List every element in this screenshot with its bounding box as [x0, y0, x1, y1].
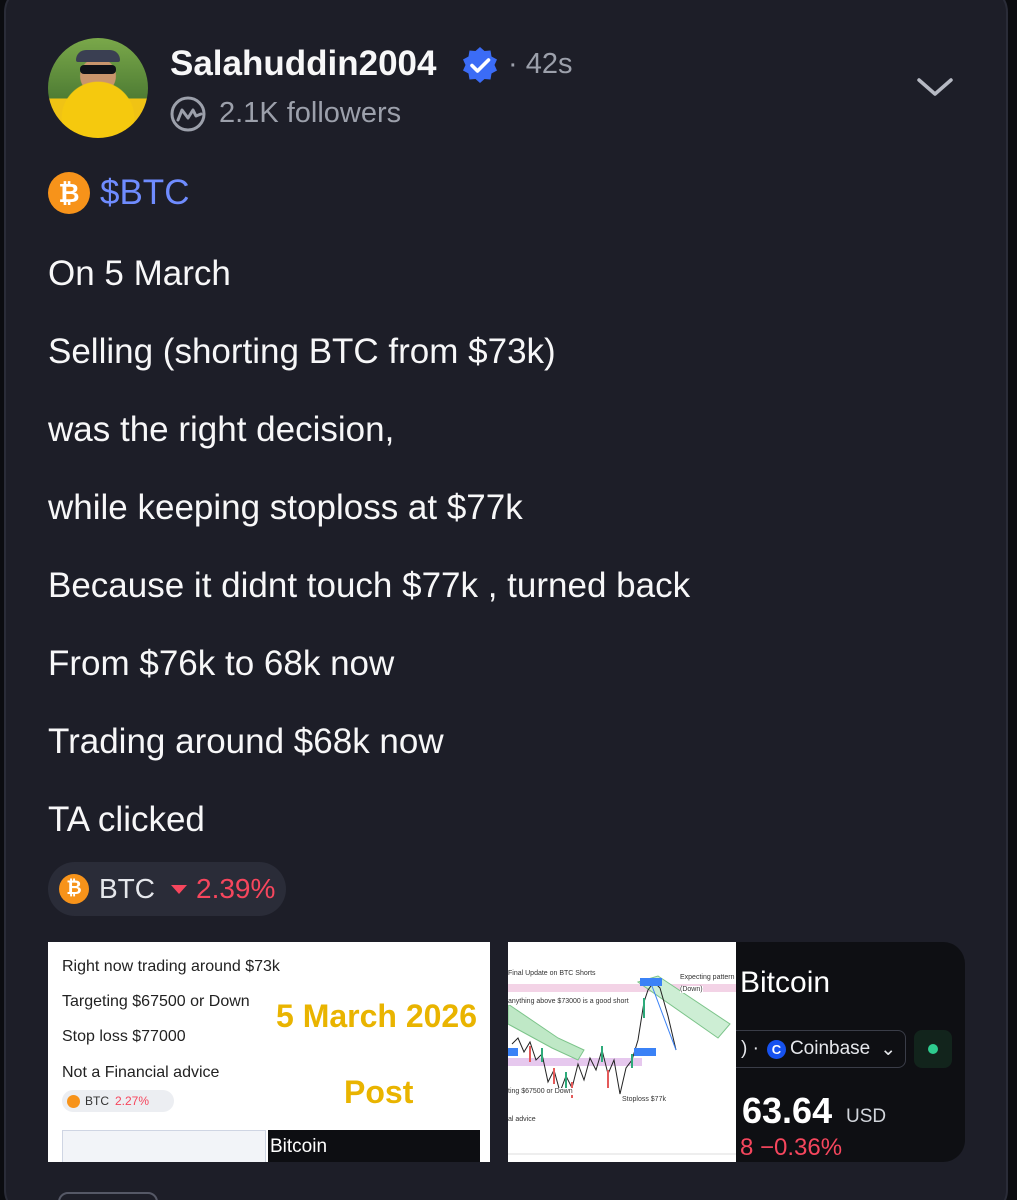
ticker-tag[interactable]: ₿ $BTC: [48, 172, 189, 214]
image1-text-line: Not a Financial advice: [62, 1064, 220, 1081]
bitcoin-icon: [67, 1094, 80, 1108]
attachment-image-1[interactable]: Right now trading around $73k Targeting …: [48, 942, 490, 1162]
avatar-sunglasses: [80, 65, 116, 74]
author-username[interactable]: Salahuddin2004: [170, 44, 436, 84]
exchange-name: Coinbase: [789, 1038, 871, 1059]
coinmarketcap-icon: [170, 96, 206, 132]
post-text-line: Trading around $68k now: [48, 722, 444, 761]
image1-pill-change: 2.27%: [115, 1094, 150, 1108]
pill-change: 2.39%: [196, 873, 276, 904]
down-triangle-icon: [171, 884, 187, 894]
bitcoin-icon: ₿: [59, 874, 89, 904]
chart-label: (Down): [680, 986, 703, 993]
coinbase-icon: C: [766, 1039, 786, 1059]
pill-symbol: BTC: [99, 873, 155, 904]
image1-text-line: Right now trading around $73k: [62, 958, 280, 975]
post-text-line: TA clicked: [48, 800, 205, 839]
image1-post-label: Post: [344, 1074, 414, 1110]
verified-badge-icon: [463, 47, 497, 83]
chart-label: Expecting pattern: [680, 974, 735, 981]
image1-text-line: Stop loss $77000: [62, 1028, 186, 1045]
image1-coin-pill: BTC 2.27%: [62, 1090, 174, 1112]
price-card-title: Bitcoin: [740, 966, 831, 999]
live-status-icon: [914, 1030, 952, 1068]
image1-date: 5 March 2026: [276, 998, 478, 1034]
post-text-line: From $76k to 68k now: [48, 644, 395, 683]
chart-label: ting $67500 or Down: [508, 1088, 573, 1095]
exchange-selector: ) · C Coinbase ⌄: [736, 1030, 906, 1068]
follower-count: 2.1K followers: [219, 97, 402, 129]
avatar-cap: [76, 50, 120, 62]
chevron-down-icon: ⌄: [880, 1038, 897, 1060]
image1-text-line: Targeting $67500 or Down: [62, 993, 250, 1010]
image1-bitcoin-thumbnail: Bitcoin: [268, 1130, 480, 1162]
chart-label: Stoploss $77k: [622, 1096, 666, 1103]
post-text-line: Because it didnt touch $77k , turned bac…: [48, 566, 691, 605]
price-currency: USD: [846, 1106, 887, 1127]
post-text-line: On 5 March: [48, 254, 231, 293]
attachment-image-3[interactable]: Bitcoin ) · C Coinbase ⌄ 63.64 USD 8 −0.…: [736, 942, 965, 1162]
price-change: 8 −0.36%: [740, 1134, 843, 1161]
post-text-line: Selling (shorting BTC from $73k): [48, 332, 556, 371]
price-value: 63.64: [742, 1090, 833, 1131]
coin-price-pill[interactable]: ₿ BTC 2.39%: [48, 862, 286, 916]
exchange-prefix: ) ·: [741, 1038, 759, 1059]
post-text-line: was the right decision,: [48, 410, 395, 449]
post-time: · 42s: [508, 48, 573, 80]
chevron-down-icon[interactable]: [914, 72, 956, 102]
chart-label: al advice: [508, 1116, 536, 1123]
bitcoin-icon: ₿: [48, 172, 90, 214]
chart-label: anything above $73000 is a good short: [508, 998, 629, 1005]
image1-pill-symbol: BTC: [85, 1094, 109, 1108]
image1-chart-thumbnail: [62, 1130, 266, 1162]
post-text-line: while keeping stoploss at $77k: [48, 488, 523, 527]
attachment-image-2[interactable]: Final Update on BTC Shorts anything abov…: [508, 942, 736, 1162]
chart-label: Final Update on BTC Shorts: [508, 970, 596, 977]
ticker-link[interactable]: $BTC: [100, 173, 189, 213]
avatar[interactable]: [48, 38, 148, 138]
next-element-peek: [58, 1192, 158, 1200]
